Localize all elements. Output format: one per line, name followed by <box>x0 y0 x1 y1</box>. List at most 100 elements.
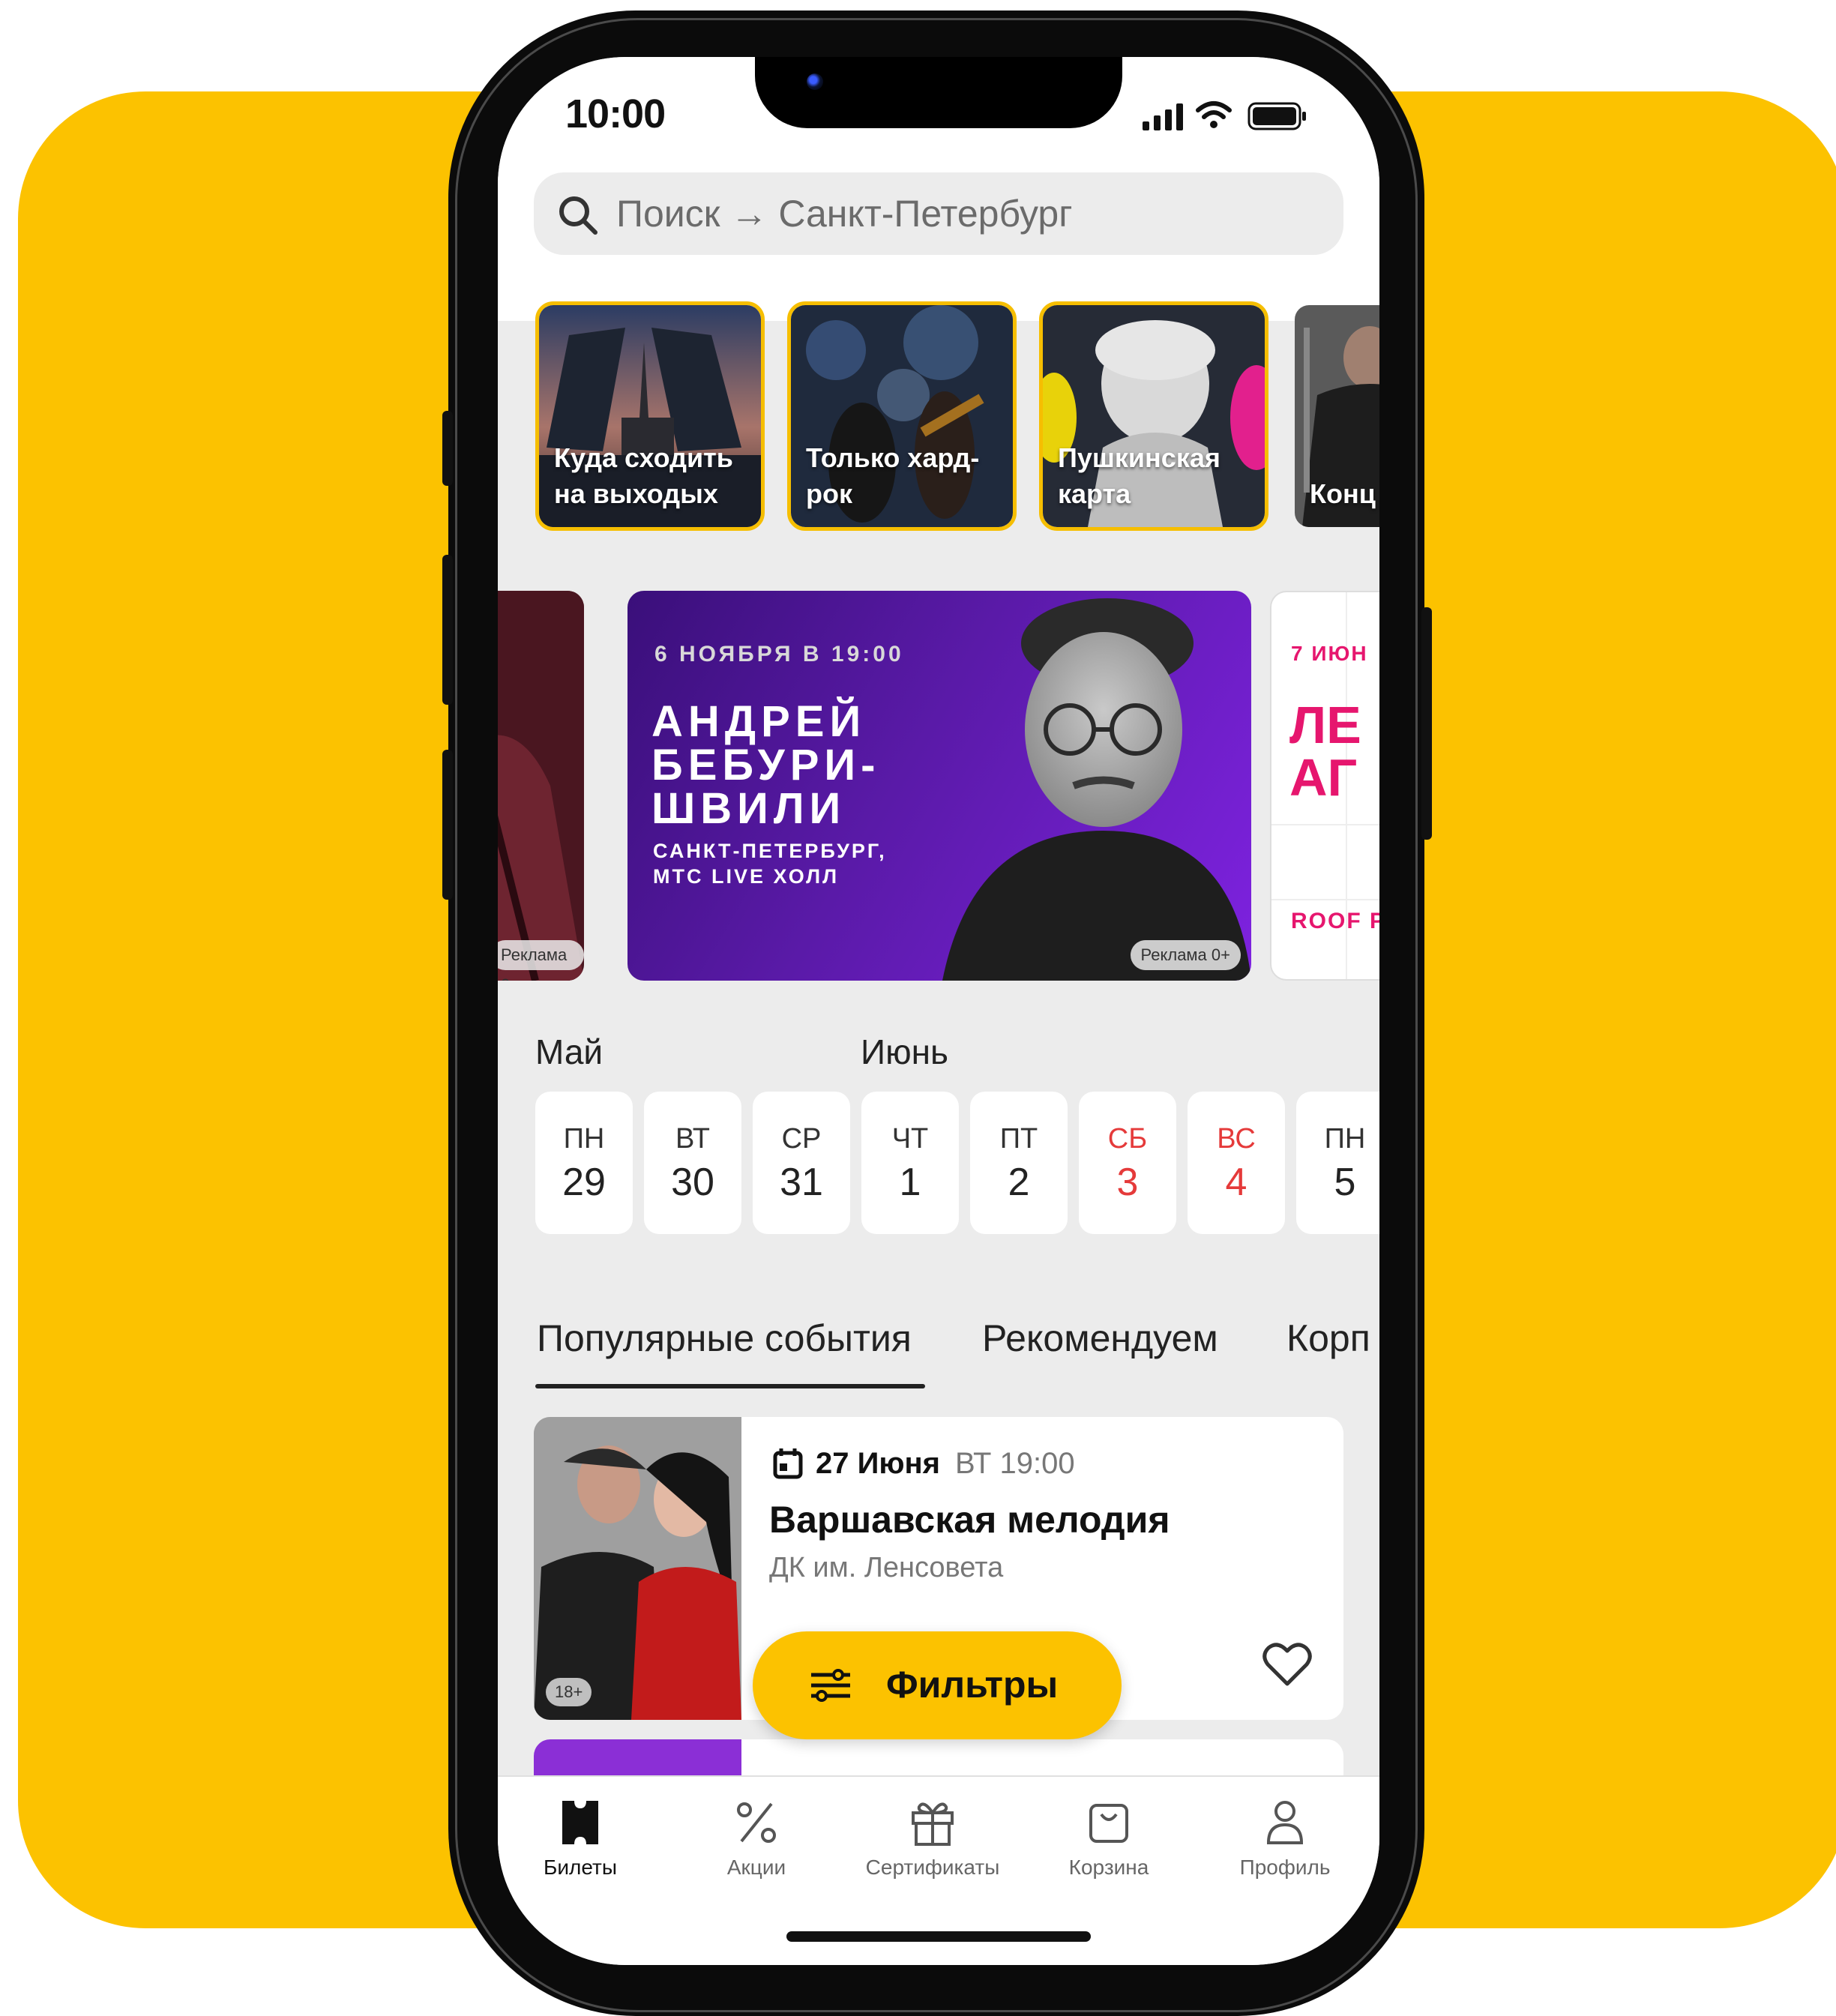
status-bar: 10:00 <box>498 57 1379 154</box>
day-weekday: СР <box>781 1123 822 1155</box>
volume-down-button <box>442 750 453 900</box>
day-weekday: ВТ <box>675 1123 710 1155</box>
day-weekday: ПН <box>563 1123 605 1155</box>
day-number: 4 <box>1225 1161 1247 1204</box>
story-card-hardrock[interactable]: Только хард-рок <box>787 301 1017 531</box>
day-weekday: ПН <box>1324 1123 1366 1155</box>
user-icon <box>1266 1801 1304 1844</box>
banner-title-line: БЕБУРИ- <box>651 741 881 789</box>
event-title: Варшавская мелодия <box>769 1499 1170 1541</box>
banner-title-line: АНДРЕЙ <box>651 697 867 746</box>
home-indicator <box>786 1931 1091 1942</box>
month-label: Май <box>535 1032 604 1071</box>
bag-icon <box>1089 1804 1128 1843</box>
banner-right-date: 7 ИЮН <box>1291 642 1368 665</box>
search-placeholder: Поиск → Санкт-Петербург <box>616 193 1073 235</box>
banner-right-venue: ROOF P <box>1291 909 1379 933</box>
story-title: Конц крыш <box>1310 478 1379 509</box>
gift-icon <box>912 1802 954 1846</box>
notch <box>755 57 1122 128</box>
banner-title-line: ШВИЛИ <box>651 784 846 833</box>
banner-date: 6 НОЯБРЯ В 19:00 <box>654 642 904 667</box>
story-card-roof[interactable]: Конц крыш <box>1291 301 1379 531</box>
day-weekday: ЧТ <box>891 1123 929 1155</box>
nav-label: Акции <box>726 1856 786 1879</box>
banner-venue: САНКТ-ПЕТЕРБУРГ, МТС LIVE ХОЛЛ <box>653 838 887 889</box>
percent-icon <box>737 1802 776 1843</box>
banner-venue-line: МТС LIVE ХОЛЛ <box>653 865 840 888</box>
story-title: Только хард-рок <box>806 442 980 509</box>
tab-active-underline <box>535 1384 925 1388</box>
search-icon <box>559 196 598 235</box>
nav-tickets[interactable]: Билеты <box>498 1798 663 1880</box>
heart-icon[interactable] <box>1262 1642 1312 1687</box>
signal-icon <box>1143 103 1183 130</box>
day-number: 5 <box>1334 1161 1356 1204</box>
nav-certificates[interactable]: Сертификаты <box>850 1798 1015 1880</box>
banner-title: АНДРЕЙ БЕБУРИ- ШВИЛИ <box>651 700 880 831</box>
nav-label: Билеты <box>544 1856 617 1879</box>
filters-button[interactable]: Фильтры <box>753 1631 1122 1739</box>
calendar-day[interactable]: ПТ 2 <box>970 1092 1068 1234</box>
calendar-day[interactable]: СР 31 <box>753 1092 850 1234</box>
bottom-nav: Билеты Акции Сертификаты Корзина Профиль <box>498 1775 1379 1965</box>
calendar-day-weekend[interactable]: ВС 4 <box>1188 1092 1285 1234</box>
battery-icon <box>1247 102 1306 130</box>
day-number: 2 <box>1008 1161 1030 1204</box>
day-number: 1 <box>899 1161 921 1204</box>
search-input[interactable]: Поиск → Санкт-Петербург <box>534 172 1343 255</box>
top-bar: Поиск → Санкт-Петербург <box>498 154 1379 321</box>
day-weekday: ПТ <box>999 1123 1038 1155</box>
ad-badge: Реклама 0+ <box>1130 940 1241 970</box>
banner-left[interactable]: Реклама 0+ <box>498 591 584 981</box>
day-weekday: СБ <box>1107 1123 1148 1155</box>
story-title: Пушкинская карта <box>1058 442 1221 509</box>
calendar-day[interactable]: ЧТ 1 <box>861 1092 959 1234</box>
nav-label: Профиль <box>1239 1856 1331 1879</box>
event-time: ВТ 19:00 <box>955 1447 1075 1480</box>
volume-up-button <box>442 555 453 705</box>
banner-right-title-line: ЛЕ <box>1289 696 1361 754</box>
tab-corporate[interactable]: Корп <box>1286 1317 1370 1360</box>
calendar-day[interactable]: ПН 29 <box>535 1092 633 1234</box>
banner-right-title: ЛЕ АГ <box>1289 699 1361 804</box>
banner-right-title-line: АГ <box>1289 748 1358 807</box>
day-number: 30 <box>671 1161 714 1204</box>
nav-label: Корзина <box>1068 1856 1149 1879</box>
nav-promotions[interactable]: Акции <box>674 1798 839 1880</box>
banner-right[interactable]: 7 ИЮН ЛЕ АГ ROOF P <box>1270 591 1379 981</box>
event-venue: ДК им. Ленсовета <box>769 1552 1004 1583</box>
tab-popular[interactable]: Популярные события <box>537 1317 912 1360</box>
day-number: 3 <box>1116 1161 1139 1204</box>
calendar-day-weekend[interactable]: СБ 3 <box>1079 1092 1176 1234</box>
banner-left-image <box>498 591 584 981</box>
day-number: 29 <box>562 1161 606 1204</box>
nav-cart[interactable]: Корзина <box>1026 1798 1191 1880</box>
story-card-pushkin[interactable]: Пушкинская карта <box>1039 301 1268 531</box>
sliders-icon <box>811 1669 850 1702</box>
banner-main-portrait <box>942 598 1251 981</box>
story-card-weekend[interactable]: Куда сходить на выходых <box>535 301 765 531</box>
month-label: Июнь <box>861 1032 948 1071</box>
nav-label: Сертификаты <box>865 1856 1000 1879</box>
age-badge: 18+ <box>546 1678 592 1706</box>
banner-main[interactable]: 6 НОЯБРЯ В 19:00 АНДРЕЙ БЕБУРИ- ШВИЛИ СА… <box>627 591 1251 981</box>
day-number: 31 <box>780 1161 823 1204</box>
silent-switch <box>442 411 453 486</box>
ad-badge: Реклама 0+ <box>498 940 584 981</box>
calendar-day[interactable]: ПН 5 <box>1296 1092 1379 1234</box>
event-image <box>534 1417 741 1720</box>
banner-venue-line: САНКТ-ПЕТЕРБУРГ, <box>653 840 887 862</box>
front-camera <box>807 73 823 90</box>
wifi-icon <box>1196 101 1232 128</box>
calendar-day[interactable]: ВТ 30 <box>644 1092 741 1234</box>
nav-profile[interactable]: Профиль <box>1203 1798 1367 1880</box>
day-weekday: ВС <box>1217 1123 1256 1155</box>
status-time: 10:00 <box>565 91 666 136</box>
power-button <box>1421 607 1432 840</box>
story-title: Куда сходить на выходых <box>554 442 733 509</box>
phone-screen: 10:00 Поиск → Санкт-Петербург Куда сходи… <box>498 57 1379 1965</box>
calendar-icon <box>773 1448 803 1479</box>
ticket-icon <box>562 1801 598 1844</box>
tab-recommended[interactable]: Рекомендуем <box>982 1317 1218 1360</box>
